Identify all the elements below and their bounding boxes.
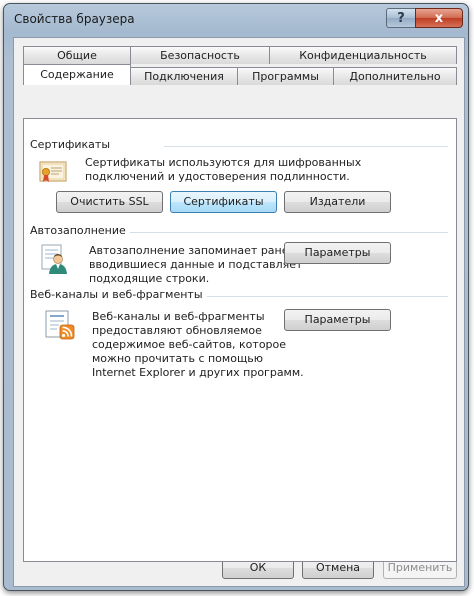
feeds-description-line2: предоставляют обновляемое (92, 324, 262, 337)
feeds-group-label: Веб-каналы и веб-фрагменты (30, 288, 207, 301)
certificates-group-label: Сертификаты (30, 138, 115, 151)
autocomplete-user-icon (41, 244, 67, 274)
tab-security[interactable]: Безопасность (130, 46, 270, 64)
certificate-icon (39, 161, 67, 182)
tab-advanced[interactable]: Дополнительно (333, 67, 457, 85)
tab-connections[interactable]: Подключения (130, 67, 238, 85)
autocomplete-settings-button[interactable]: Параметры (284, 242, 391, 264)
autocomplete-separator (124, 232, 448, 233)
feeds-description-line3: содержимое веб-сайтов, которое (92, 338, 287, 351)
clear-ssl-button[interactable]: Очистить SSL (56, 191, 163, 213)
certificates-description-line2: подключений и удостоверения подлинности. (85, 170, 350, 183)
feeds-separator (198, 296, 448, 297)
window-title: Свойства браузера (14, 12, 135, 26)
certificates-button[interactable]: Сертификаты (170, 191, 277, 213)
feeds-description-line5: Internet Explorer и других программ. (92, 366, 304, 379)
tab-general[interactable]: Общие (23, 46, 131, 64)
content-tab-panel: Сертификаты Сертификаты используются для… (23, 118, 457, 562)
dialog-window: Свойства браузера ? x Общие Безопасность… (3, 3, 469, 591)
autocomplete-description-line2: вводившиеся данные и подставляет (89, 258, 303, 271)
autocomplete-group-label: Автозаполнение (30, 224, 130, 237)
help-button[interactable]: ? (386, 8, 416, 28)
dialog-client-area: Общие Безопасность Конфиденциальность Со… (13, 37, 465, 587)
tab-content[interactable]: Содержание (23, 64, 131, 85)
close-icon: x (434, 10, 444, 26)
feeds-description-line4: можно прочитать с помощью (92, 352, 264, 365)
feeds-description-line1: Веб-каналы и веб-фрагменты (92, 310, 265, 323)
close-button[interactable]: x (415, 8, 463, 28)
certificates-separator (164, 146, 448, 147)
autocomplete-description-line3: подходящие строки. (89, 272, 210, 285)
feeds-settings-button[interactable]: Параметры (284, 309, 391, 331)
certificates-description-line1: Сертификаты используются для шифрованных (85, 156, 362, 169)
autocomplete-description-line1: Автозаполнение запоминает ранее (89, 244, 296, 257)
tab-privacy[interactable]: Конфиденциальность (269, 46, 457, 64)
feeds-rss-icon (45, 310, 75, 340)
publishers-button[interactable]: Издатели (284, 191, 391, 213)
help-icon: ? (397, 10, 405, 26)
tab-programs[interactable]: Программы (237, 67, 334, 85)
